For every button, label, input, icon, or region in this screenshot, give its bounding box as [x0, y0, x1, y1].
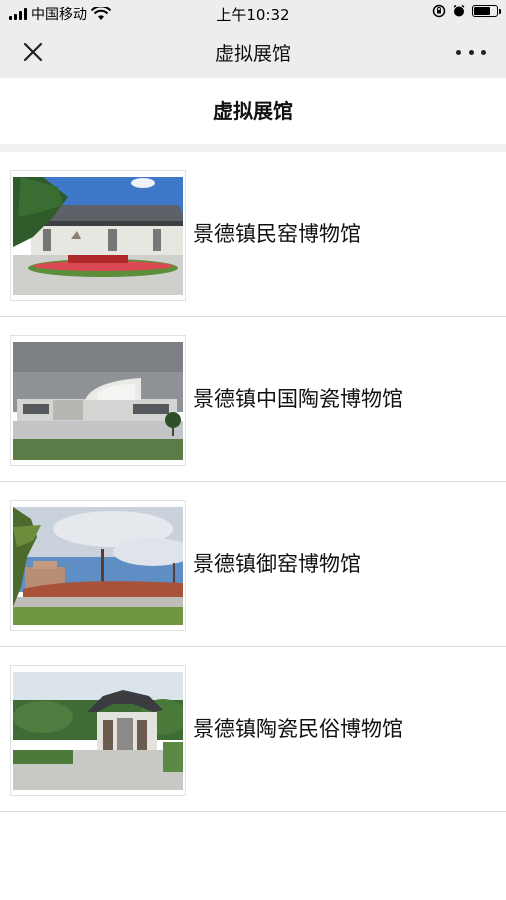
museum-photo-minyao: [13, 177, 183, 295]
museum-name: 景德镇御窑博物馆: [193, 552, 361, 576]
museum-photo-minsu: [13, 672, 183, 790]
section-divider: [0, 144, 506, 152]
museum-list: 景德镇民窑博物馆 景德镇中国陶瓷博物馆 景德镇御窑博物馆 景德镇陶瓷民俗博物馆: [0, 152, 506, 812]
museum-thumbnail: [10, 500, 186, 631]
status-time: 上午10:32: [216, 6, 290, 24]
alarm-icon: [453, 4, 465, 17]
status-right: [432, 4, 501, 18]
museum-item[interactable]: 景德镇御窑博物馆: [0, 482, 506, 647]
more-icon[interactable]: [456, 40, 486, 64]
rotation-lock-icon: [432, 4, 446, 18]
museum-name: 景德镇陶瓷民俗博物馆: [193, 717, 403, 741]
nav-title: 虚拟展馆: [214, 43, 291, 65]
museum-thumbnail: [10, 170, 186, 301]
museum-item[interactable]: 景德镇陶瓷民俗博物馆: [0, 647, 506, 812]
museum-item[interactable]: 景德镇中国陶瓷博物馆: [0, 317, 506, 482]
museum-name: 景德镇中国陶瓷博物馆: [193, 387, 403, 411]
museum-thumbnail: [10, 665, 186, 796]
museum-item[interactable]: 景德镇民窑博物馆: [0, 152, 506, 317]
status-bar: 中国移动 上午10:32: [0, 0, 506, 26]
museum-thumbnail: [10, 335, 186, 466]
nav-bar: 虚拟展馆: [0, 26, 506, 78]
museum-name: 景德镇民窑博物馆: [193, 222, 361, 246]
battery-icon: [472, 5, 501, 17]
museum-photo-yuyao: [13, 507, 183, 625]
museum-photo-taoci: [13, 342, 183, 460]
page-title: 虚拟展馆: [0, 78, 506, 144]
